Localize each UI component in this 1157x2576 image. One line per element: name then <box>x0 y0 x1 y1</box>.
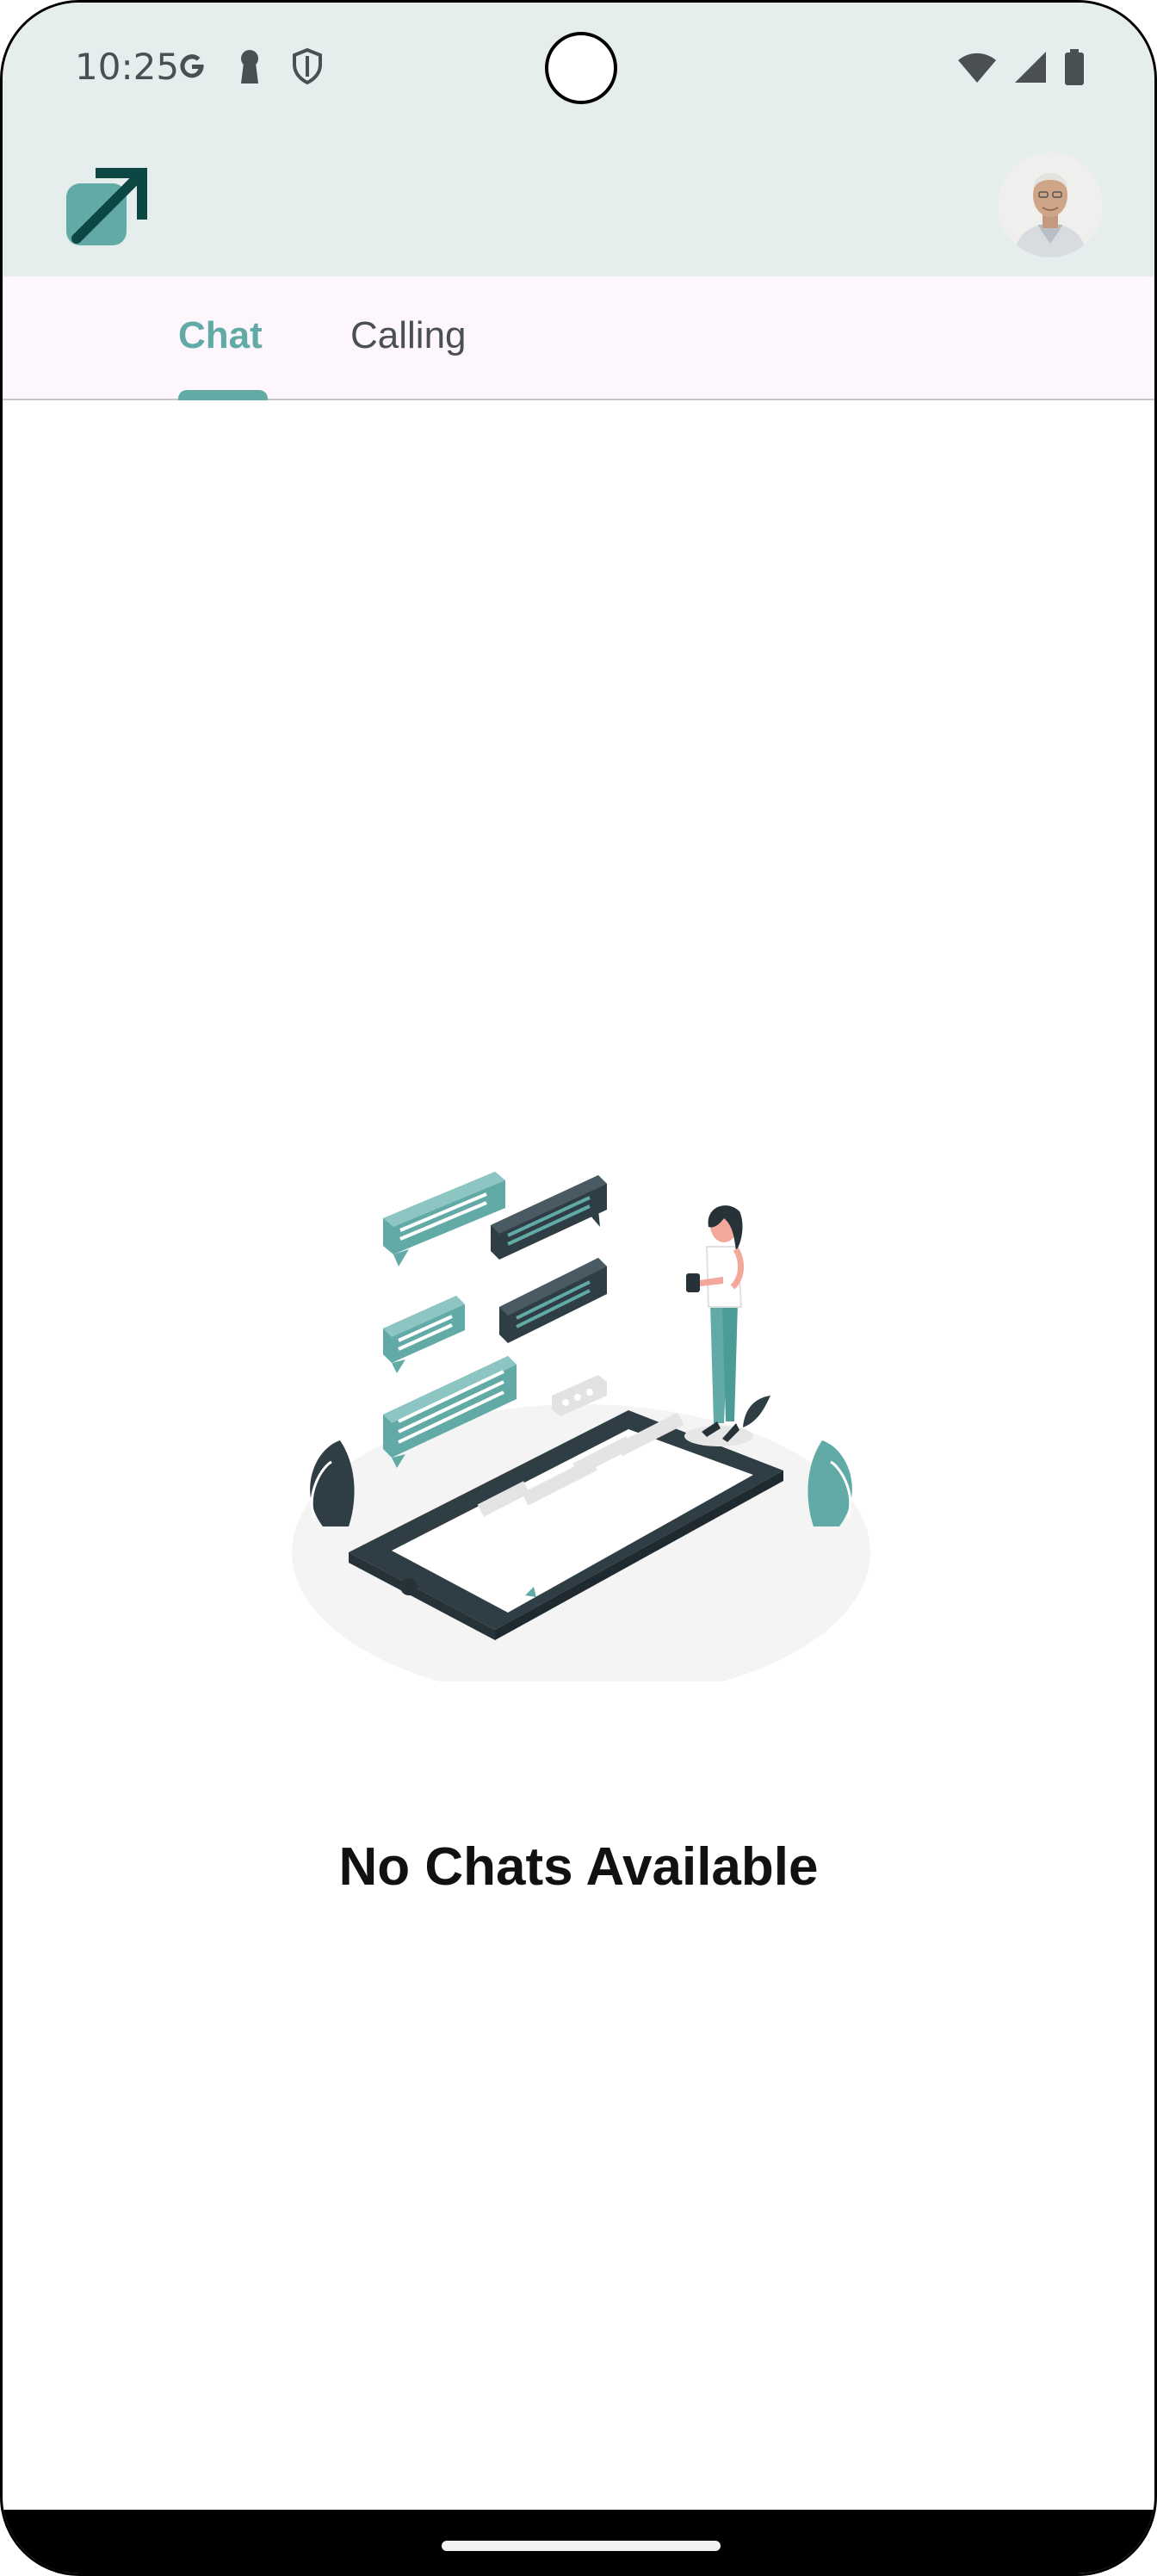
tab-calling[interactable]: Calling <box>350 314 467 357</box>
google-icon <box>175 49 209 88</box>
shield-icon <box>290 47 325 90</box>
tab-selected-indicator <box>178 390 268 400</box>
tab-bar: Chat Calling <box>3 276 1154 400</box>
system-nav-bar <box>3 2510 1154 2573</box>
cell-signal-icon <box>1013 50 1048 89</box>
front-camera <box>545 32 617 104</box>
woman-figure <box>684 1205 770 1446</box>
bubble-dark-2 <box>499 1258 607 1343</box>
battery-icon <box>1063 49 1086 90</box>
chat-messages-illustration <box>288 1165 874 1700</box>
user-avatar[interactable] <box>998 152 1103 257</box>
bubble-left-2 <box>383 1296 465 1373</box>
phone-screen: 10:25 Chat Calling No Chats Available <box>0 0 1157 2576</box>
status-left-icons <box>175 47 325 90</box>
status-time: 10:25 <box>75 46 180 88</box>
status-bar: 10:25 <box>3 3 1154 132</box>
app-bar <box>3 132 1154 276</box>
bubble-left-1 <box>383 1172 505 1266</box>
tab-chat[interactable]: Chat <box>178 314 263 357</box>
arrow-up-right-logo-icon[interactable] <box>65 164 147 247</box>
bubble-dark-1 <box>491 1175 607 1260</box>
empty-state-message: No Chats Available <box>338 1837 819 1897</box>
home-gesture-handle[interactable] <box>442 2541 721 2551</box>
wifi-icon <box>956 50 998 89</box>
keyhole-icon <box>235 47 264 90</box>
status-right-icons <box>956 49 1086 90</box>
